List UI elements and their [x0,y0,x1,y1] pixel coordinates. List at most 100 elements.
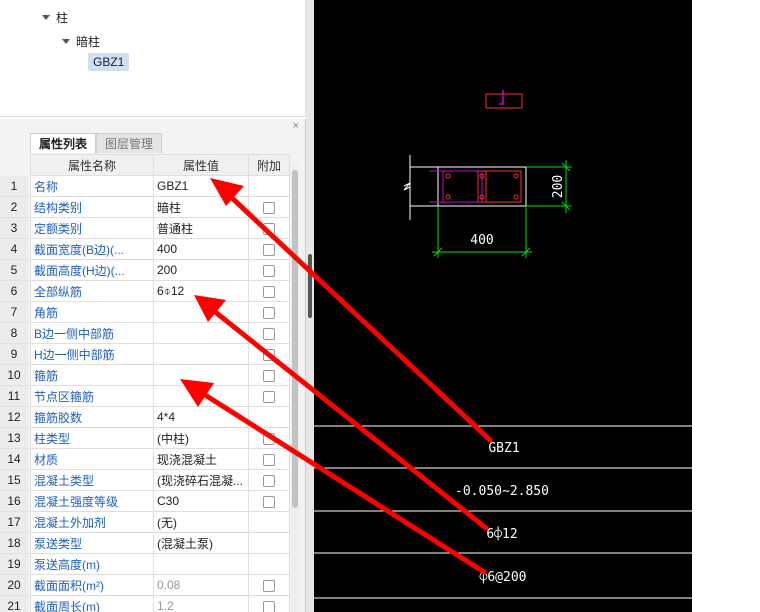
property-value-cell[interactable]: 4*4 [153,406,249,428]
tree-node-hidden-column[interactable]: 暗柱 [62,33,100,50]
table-row[interactable]: 定额类别 普通柱 [30,217,290,239]
property-value-cell[interactable] [153,301,249,323]
extra-cell [248,364,290,386]
property-value-cell[interactable]: 0.08 [153,574,249,596]
table-row[interactable]: B边一侧中部筋 [30,322,290,344]
table-row[interactable]: H边一侧中部筋 [30,343,290,365]
row-number: 7 [0,302,28,323]
property-value-cell[interactable]: 现浇混凝土 [153,448,249,470]
extra-checkbox[interactable] [263,243,275,256]
table-row[interactable]: 材质 现浇混凝土 [30,448,290,470]
extra-checkbox[interactable] [263,285,275,298]
property-value-cell[interactable] [153,385,249,407]
extra-checkbox[interactable] [263,495,275,508]
property-name-cell: 截面面积(m²) [30,574,154,596]
tree-node-column-label: 柱 [56,11,69,25]
property-value-cell[interactable]: GBZ1 [153,175,249,197]
table-row[interactable]: 混凝土类型 (现浇碎石混凝... [30,469,290,491]
property-value-cell[interactable]: (现浇碎石混凝... [153,469,249,491]
property-value-cell[interactable]: 1.2 [153,595,249,612]
panel-splitter[interactable] [306,0,314,612]
table-row[interactable]: 泵送类型 (混凝土泵) [30,532,290,554]
row-number: 2 [0,197,28,218]
table-row[interactable]: 节点区箍筋 [30,385,290,407]
close-icon[interactable]: × [293,120,299,132]
splitter-grip[interactable] [308,254,312,318]
extra-checkbox[interactable] [263,600,275,612]
property-name-cell: B边一侧中部筋 [30,322,154,344]
property-value-cell[interactable]: 暗柱 [153,196,249,218]
row-number: 11 [0,386,28,407]
property-value-cell[interactable]: 400 [153,238,249,260]
cad-drawing-canvas[interactable]: 200 400 GBZ1 -0.050~2.850 6⌽12 ⌽6@200 [314,0,692,612]
property-value-cell[interactable]: (中柱) [153,427,249,449]
extra-checkbox[interactable] [263,306,275,319]
table-row[interactable]: 全部纵筋 6⌽12 [30,280,290,302]
extra-checkbox[interactable] [263,222,275,235]
extra-checkbox[interactable] [263,369,275,382]
table-row[interactable]: 箍筋 [30,364,290,386]
property-value-cell[interactable]: (混凝土泵) [153,532,249,554]
row-number: 9 [0,344,28,365]
table-row[interactable]: 角筋 [30,301,290,323]
extra-checkbox[interactable] [263,327,275,340]
table-row[interactable]: 截面宽度(B边)(... 400 [30,238,290,260]
table-row[interactable]: 名称 GBZ1 [30,175,290,197]
properties-scrollbar[interactable] [291,164,299,612]
row-number: 20 [0,575,28,596]
tree-node-gbz1[interactable]: GBZ1 [88,53,130,71]
extra-checkbox[interactable] [263,264,275,277]
property-name-cell: 名称 [30,175,154,197]
column-schedule-table: GBZ1 -0.050~2.850 6⌽12 ⌽6@200 [314,425,692,599]
header-property-value: 属性值 [153,154,249,176]
extra-cell [248,595,290,612]
extra-checkbox[interactable] [263,390,275,403]
chevron-down-icon[interactable] [62,39,70,44]
property-value-cell[interactable]: 200 [153,259,249,281]
dim-width-text: 400 [470,233,493,248]
property-value-cell[interactable]: C30 [153,490,249,512]
property-name-cell: 材质 [30,448,154,470]
extra-checkbox[interactable] [263,453,275,466]
property-value-cell[interactable]: 6⌽12 [153,280,249,302]
property-value-cell[interactable]: 普通柱 [153,217,249,239]
extra-cell [248,280,290,302]
table-row[interactable]: 截面周长(m) 1.2 [30,595,290,612]
extra-checkbox[interactable] [263,201,275,214]
row-number: 4 [0,239,28,260]
chevron-down-icon[interactable] [42,15,50,20]
tab-layer-management[interactable]: 图层管理 [96,133,163,153]
property-value-cell[interactable] [153,364,249,386]
extra-cell [248,322,290,344]
row-number: 17 [0,512,28,533]
property-value-cell[interactable] [153,343,249,365]
extra-cell [248,553,290,575]
table-row[interactable]: 箍筋胶数 4*4 [30,406,290,428]
extra-cell [248,238,290,260]
scrollbar-thumb[interactable] [292,170,298,508]
property-value-cell[interactable] [153,322,249,344]
extra-checkbox[interactable] [263,474,275,487]
row-number: 1 [0,176,28,197]
table-row[interactable]: 混凝土外加剂 (无) [30,511,290,533]
property-value-cell[interactable]: (无) [153,511,249,533]
table-row[interactable]: 混凝土强度等级 C30 [30,490,290,512]
property-name-cell: 截面周长(m) [30,595,154,612]
table-row[interactable]: 柱类型 (中柱) [30,427,290,449]
row-number: 8 [0,323,28,344]
extra-checkbox[interactable] [263,579,275,592]
table-row[interactable]: 结构类别 暗柱 [30,196,290,218]
tree-node-column[interactable]: 柱 [42,9,68,26]
table-row[interactable]: 泵送高度(m) [30,553,290,575]
tab-property-list[interactable]: 属性列表 [30,133,97,153]
property-value-cell[interactable] [153,553,249,575]
tree-node-gbz1-label: GBZ1 [93,55,125,69]
property-name-cell: 混凝土类型 [30,469,154,491]
property-name-cell: H边一侧中部筋 [30,343,154,365]
extra-checkbox[interactable] [263,432,275,445]
cad-drawing: 200 400 GBZ1 -0.050~2.850 6⌽12 ⌽6@200 [314,90,692,599]
table-row[interactable]: 截面面积(m²) 0.08 [30,574,290,596]
extra-checkbox[interactable] [263,348,275,361]
row-number: 10 [0,365,28,386]
table-row[interactable]: 截面高度(H边)(... 200 [30,259,290,281]
